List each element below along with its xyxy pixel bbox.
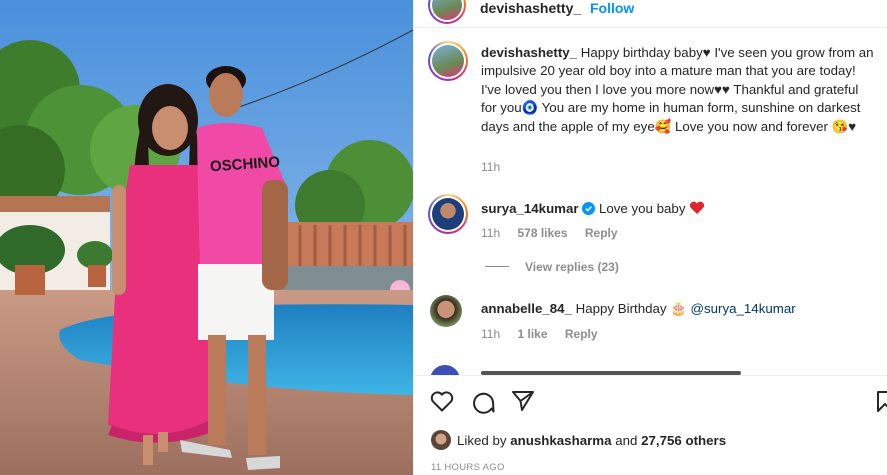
comment-bubble-icon[interactable] [471, 390, 495, 414]
caption-time[interactable]: 11h [481, 160, 500, 174]
commenter-avatar[interactable] [428, 194, 468, 234]
post-actions-bar [414, 375, 887, 425]
liker-avatar[interactable] [431, 430, 451, 450]
caption-author-avatar[interactable] [428, 41, 468, 81]
comment-username[interactable]: annabelle_84_ [481, 301, 572, 316]
caption-text: devishashetty_ Happy birthday baby♥ I've… [481, 44, 876, 136]
post-photo[interactable]: OSCHINO [0, 0, 413, 475]
couple-photo-illustration: OSCHINO [0, 0, 413, 475]
likes-count-link[interactable]: 27,756 others [641, 433, 726, 448]
author-username[interactable]: devishashetty_ [480, 0, 581, 16]
heart-red-icon [690, 201, 705, 214]
view-replies-label: View replies (23) [525, 260, 619, 274]
comment-time[interactable]: 11h [481, 327, 500, 341]
share-send-icon[interactable] [511, 390, 535, 412]
caption-username[interactable]: devishashetty_ [481, 45, 577, 60]
post-header: devishashetty_ Follow [414, 0, 887, 28]
replies-divider [485, 266, 509, 267]
likes-summary: Liked by anushkasharma and 27,756 others [431, 430, 726, 450]
comment-meta: 11h 578 likes Reply [481, 226, 632, 240]
reply-button[interactable]: Reply [565, 327, 598, 341]
comments-list[interactable]: devishashetty_ Happy birthday baby♥ I've… [414, 29, 887, 375]
comment-text: annabelle_84_ Happy Birthday 🎂 @surya_14… [481, 300, 876, 318]
likes-prefix: Liked by [457, 433, 507, 448]
comment-time[interactable]: 11h [481, 226, 500, 240]
comment-mention[interactable]: @surya_14kumar [691, 301, 796, 316]
comment-content: Happy Birthday 🎂 [575, 301, 687, 316]
liker-username[interactable]: anushkasharma [510, 433, 611, 448]
comment-content: Love you baby [598, 201, 686, 216]
comment-text: surya_14kumar Love you baby [481, 200, 876, 218]
like-heart-icon[interactable] [430, 390, 454, 412]
verified-badge-icon [582, 202, 596, 215]
save-bookmark-icon[interactable] [876, 390, 887, 412]
post-side-panel: devishashetty_ Follow devishashetty_ Hap… [413, 0, 887, 475]
comment-username[interactable]: surya_14kumar [481, 201, 579, 216]
post-timestamp[interactable]: 11 HOURS AGO [431, 462, 505, 473]
likes-mid: and [615, 433, 638, 448]
caption-meta: 11h [481, 160, 514, 174]
follow-button[interactable]: Follow [590, 0, 634, 16]
comment-likes[interactable]: 578 likes [517, 226, 567, 240]
comment-meta: 11h 1 like Reply [481, 327, 612, 341]
comment-likes[interactable]: 1 like [517, 327, 547, 341]
comment-item-partial [428, 365, 887, 375]
view-replies-button[interactable]: View replies (23) [485, 260, 619, 274]
commenter-avatar[interactable] [430, 365, 460, 375]
commenter-avatar[interactable] [430, 295, 462, 327]
author-avatar[interactable] [428, 0, 466, 24]
reply-button[interactable]: Reply [585, 226, 618, 240]
